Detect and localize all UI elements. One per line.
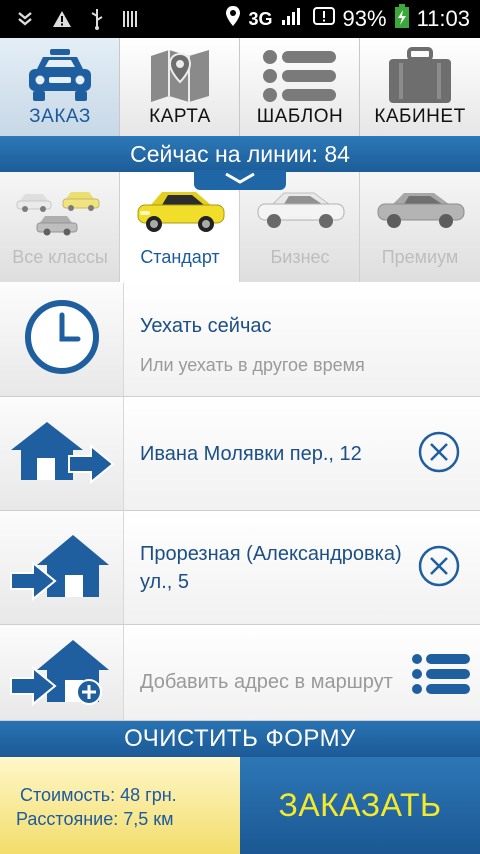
close-circle-icon <box>417 544 461 593</box>
clear-pickup-button[interactable] <box>416 431 462 477</box>
list-icon <box>240 44 360 108</box>
class-all[interactable]: Все классы <box>0 172 120 282</box>
tab-map[interactable]: КАРТА <box>120 38 240 136</box>
order-button[interactable]: ЗАКАЗАТЬ <box>240 757 480 854</box>
tab-order-label: ЗАКАЗ <box>29 106 91 127</box>
class-business-label: Бизнес <box>270 247 330 267</box>
trip-summary: Стоимость: 48 грн. Расстояние: 7,5 км <box>0 757 240 854</box>
close-circle-icon <box>417 430 461 479</box>
trip-distance: Расстояние: 7,5 км <box>16 809 174 829</box>
tab-cabinet-label: КАБИНЕТ <box>374 106 466 127</box>
tab-template[interactable]: ШАБЛОН <box>240 38 360 136</box>
signal-icon <box>281 6 305 32</box>
add-address-icon-cell <box>0 625 124 720</box>
departure-time-icon-cell <box>0 283 124 396</box>
tab-cabinet[interactable]: КАБИНЕТ <box>360 38 480 136</box>
order-footer: Стоимость: 48 грн. Расстояние: 7,5 км ЗА… <box>0 757 480 854</box>
saved-addresses-button[interactable] <box>410 653 472 699</box>
clock-icon <box>22 297 102 382</box>
list-icon <box>411 652 471 701</box>
clear-form-button[interactable]: ОЧИСТИТЬ ФОРМУ <box>0 721 480 757</box>
order-button-label: ЗАКАЗАТЬ <box>278 787 442 823</box>
multiple-cars-image <box>0 180 120 242</box>
destination-address-line2: ул., 5 <box>140 571 190 593</box>
destination-icon-cell <box>0 511 124 624</box>
briefcase-icon <box>360 44 480 108</box>
house-arrow-in-icon <box>7 525 117 610</box>
chevron-down-icon <box>223 171 257 189</box>
house-add-icon <box>7 630 117 715</box>
class-all-label: Все классы <box>12 247 108 267</box>
add-address-placeholder: Добавить адрес в маршрут <box>140 671 393 693</box>
top-navigation: ЗАКАЗ КАРТА ШАБЛОН КАБИНЕТ <box>0 38 480 136</box>
status-bar: 3G 93% 11:03 <box>0 0 480 38</box>
tab-map-label: КАРТА <box>149 106 211 127</box>
location-icon <box>225 5 241 33</box>
drivers-online-text: Сейчас на линии: 84 <box>130 141 350 167</box>
departure-time-row[interactable]: Уехать сейчас Или уехать в другое время <box>0 283 480 397</box>
class-premium-label: Премиум <box>381 247 459 267</box>
tab-template-label: ШАБЛОН <box>256 106 344 127</box>
expand-classes-toggle[interactable] <box>194 170 286 190</box>
clock: 11:03 <box>416 6 470 31</box>
download-icon <box>16 10 34 33</box>
battery-charging-icon <box>394 4 409 34</box>
destination-address-line1: Прорезная (Александровка) <box>140 543 402 565</box>
tab-order[interactable]: ЗАКАЗ <box>0 38 120 136</box>
battery-percent: 93% <box>342 6 387 31</box>
network-label: 3G <box>248 8 273 29</box>
pickup-address-row[interactable]: Ивана Молявки пер., 12 <box>0 397 480 511</box>
warning-icon <box>52 10 72 33</box>
gray-sedan-image <box>360 180 480 242</box>
clear-destination-button[interactable] <box>416 545 462 591</box>
usb-icon <box>90 8 104 35</box>
trip-cost: Стоимость: 48 грн. <box>20 785 177 805</box>
house-arrow-out-icon <box>7 416 117 491</box>
map-icon <box>120 44 240 108</box>
add-route-address-row[interactable]: Добавить адрес в маршрут <box>0 625 480 721</box>
pickup-address: Ивана Молявки пер., 12 <box>140 443 362 465</box>
taxi-car-icon <box>0 44 120 108</box>
departure-now-label: Уехать сейчас <box>140 315 272 337</box>
pickup-icon-cell <box>0 397 124 510</box>
clear-form-label: ОЧИСТИТЬ ФОРМУ <box>124 725 356 752</box>
class-premium[interactable]: Премиум <box>360 172 480 282</box>
drivers-online-banner: Сейчас на линии: 84 <box>0 136 480 172</box>
departure-later-hint: Или уехать в другое время <box>140 355 365 375</box>
class-standard-label: Стандарт <box>140 247 220 267</box>
destination-address-row[interactable]: Прорезная (Александровка) ул., 5 <box>0 511 480 625</box>
sim-alert-icon <box>312 6 335 32</box>
barcode-icon <box>122 10 138 33</box>
